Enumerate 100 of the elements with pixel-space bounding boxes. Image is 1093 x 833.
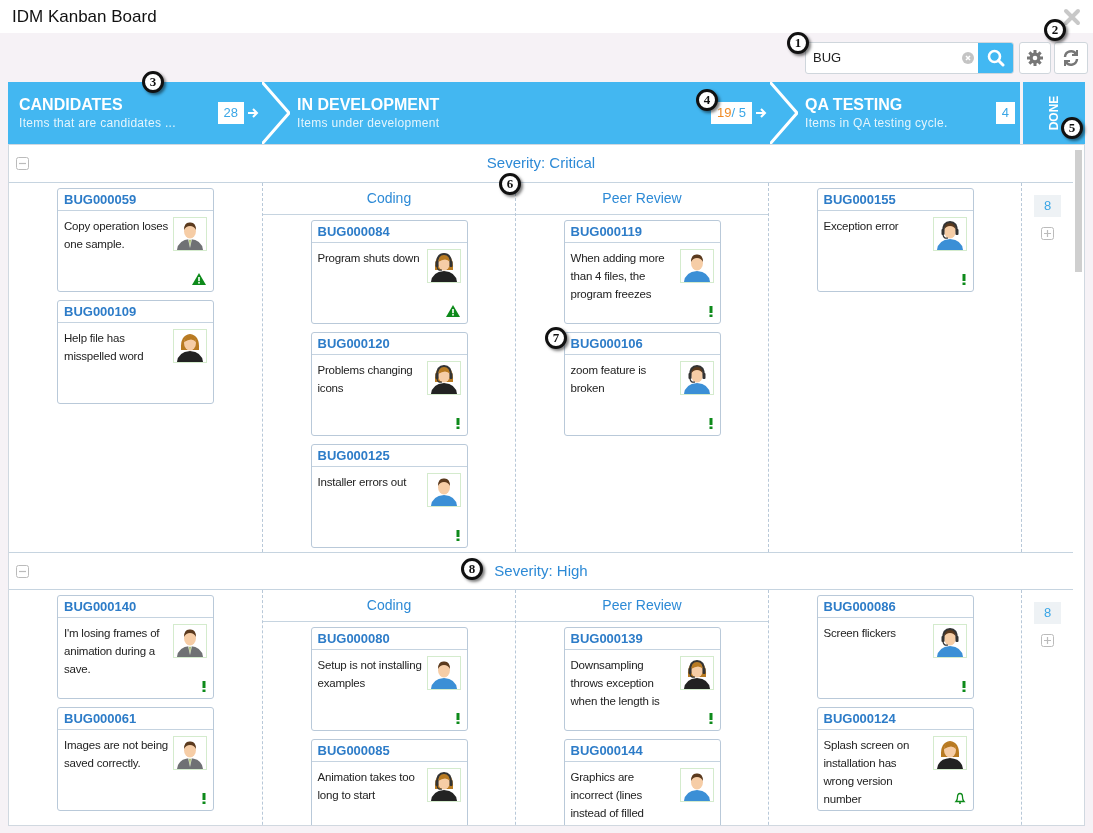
search-button[interactable] bbox=[978, 42, 1013, 73]
card-title: Screen flickers bbox=[823, 626, 897, 641]
clear-icon[interactable] bbox=[962, 51, 974, 64]
warning-icon bbox=[192, 273, 206, 285]
card-title: Animation takes too long to start bbox=[317, 770, 416, 803]
stage-header[interactable]: QA TESTING Items in QA testing cycle. 4 bbox=[798, 82, 1020, 144]
exclamation-icon bbox=[961, 274, 966, 285]
card-title: Images are not being saved correctly. bbox=[64, 738, 170, 771]
card-id[interactable]: BUG000120 bbox=[317, 333, 390, 354]
gear-icon bbox=[1026, 48, 1044, 67]
card-id[interactable]: BUG000086 bbox=[823, 596, 896, 617]
exclamation-icon bbox=[961, 681, 966, 692]
task-card[interactable]: BUG000155 Exception error bbox=[816, 188, 974, 292]
card-id[interactable]: BUG000106 bbox=[570, 333, 643, 354]
task-card[interactable]: BUG000086 Screen flickers bbox=[816, 595, 974, 699]
task-card[interactable]: BUG000124 Splash screen on installation has wrong version number bbox=[816, 707, 974, 811]
card-title: Splash screen on installation has wrong version number bbox=[823, 738, 911, 807]
avatar-icon bbox=[932, 736, 967, 770]
card-id[interactable]: BUG000119 bbox=[570, 221, 643, 242]
task-card[interactable]: BUG000106 zoom feature is broken bbox=[563, 332, 721, 436]
card-id[interactable]: BUG000125 bbox=[317, 445, 390, 466]
task-card[interactable]: BUG000120 Problems changing icons bbox=[310, 332, 468, 436]
card-id[interactable]: BUG000061 bbox=[64, 708, 137, 729]
card-id[interactable]: BUG000085 bbox=[317, 740, 390, 761]
refresh-icon bbox=[1062, 48, 1080, 67]
exclamation-icon bbox=[202, 681, 206, 692]
lane-title: Severity: High bbox=[494, 560, 588, 581]
search-field[interactable]: BUG bbox=[805, 41, 1014, 74]
avatar-icon bbox=[426, 656, 461, 690]
avatar-icon bbox=[173, 217, 207, 251]
search-icon bbox=[986, 48, 1005, 67]
card-title: Exception error bbox=[823, 219, 900, 234]
card-id[interactable]: BUG000139 bbox=[570, 628, 643, 649]
avatar-icon bbox=[679, 656, 714, 690]
card-title: Copy operation loses one sample. bbox=[64, 219, 170, 252]
close-icon[interactable] bbox=[1063, 7, 1081, 26]
collapse-icon[interactable] bbox=[16, 157, 29, 170]
task-card[interactable]: BUG000085 Animation takes too long to start bbox=[310, 739, 468, 825]
task-card[interactable]: BUG000109 Help file has misspelled word bbox=[57, 300, 214, 404]
exclamation-icon bbox=[708, 306, 713, 317]
avatar-icon bbox=[426, 473, 461, 507]
task-card[interactable]: BUG000061 Images are not being saved correctly. bbox=[57, 707, 214, 811]
count-badge: 19/ 5 bbox=[711, 102, 752, 124]
card-id[interactable]: BUG000059 bbox=[64, 189, 137, 210]
task-card[interactable]: BUG000119 When adding more than 4 files, the program freezes bbox=[563, 220, 721, 324]
card-title: Program shuts down bbox=[317, 251, 421, 266]
stage-title: IN DEVELOPMENT bbox=[297, 95, 440, 115]
card-id[interactable]: BUG000144 bbox=[570, 740, 643, 761]
card-id[interactable]: BUG000109 bbox=[64, 301, 137, 322]
card-id[interactable]: BUG000155 bbox=[823, 189, 896, 210]
count-badge: 4 bbox=[995, 102, 1015, 124]
collapse-icon[interactable] bbox=[16, 565, 29, 578]
stage-subtitle: Items under development bbox=[297, 115, 440, 131]
card-id[interactable]: BUG000124 bbox=[823, 708, 896, 729]
expand-icon[interactable] bbox=[1041, 227, 1054, 240]
warning-icon bbox=[445, 305, 460, 317]
avatar-icon bbox=[426, 249, 461, 283]
avatar-icon bbox=[173, 329, 207, 363]
card-id[interactable]: BUG000080 bbox=[317, 628, 390, 649]
stage-subtitle: Items that are candidates ... bbox=[19, 115, 176, 131]
card-title: When adding more than 4 files, the program freezes bbox=[570, 251, 666, 302]
card-title: Setup is not installing examples bbox=[317, 658, 423, 691]
avatar-icon bbox=[426, 361, 461, 395]
task-card[interactable]: BUG000084 Program shuts down bbox=[310, 220, 468, 324]
lane-title: Severity: Critical bbox=[486, 153, 596, 174]
arrow-icon bbox=[247, 107, 259, 119]
stage-title: DONE bbox=[1046, 95, 1062, 131]
card-id[interactable]: BUG000084 bbox=[317, 221, 390, 242]
exclamation-icon bbox=[455, 418, 460, 429]
task-card[interactable]: BUG000059 Copy operation loses one sample. bbox=[57, 188, 214, 292]
count-badge: 28 bbox=[217, 102, 244, 124]
avatar-icon bbox=[932, 624, 967, 658]
callout-badge: 1 bbox=[787, 32, 809, 54]
task-card[interactable]: BUG000139 Downsampling throws exception when the length is bbox=[563, 627, 721, 731]
card-title: Help file has misspelled word bbox=[64, 331, 145, 364]
task-card[interactable]: BUG000140 I'm losing frames of animation during a save. bbox=[57, 595, 214, 699]
exclamation-icon bbox=[708, 713, 713, 724]
exclamation-icon bbox=[455, 530, 460, 541]
task-card[interactable]: BUG000144 Graphics are incorrect (lines instead of filled bbox=[563, 739, 721, 825]
stage-subtitle: Items in QA testing cycle. bbox=[805, 115, 948, 131]
search-input[interactable]: BUG bbox=[806, 47, 962, 68]
avatar-icon bbox=[932, 217, 967, 251]
scrollbar-thumb[interactable] bbox=[1075, 150, 1082, 272]
refresh-button[interactable] bbox=[1054, 41, 1088, 74]
arrow-icon bbox=[755, 107, 767, 119]
bell-icon bbox=[953, 792, 966, 804]
callout-badge: 3 bbox=[142, 71, 164, 93]
column-heading: Peer Review bbox=[602, 596, 682, 615]
card-title: Graphics are incorrect (lines instead of filled bbox=[570, 770, 645, 821]
task-card[interactable]: BUG000080 Setup is not installing examples bbox=[310, 627, 468, 731]
avatar-icon bbox=[679, 249, 714, 283]
settings-button[interactable] bbox=[1019, 41, 1051, 74]
expand-icon[interactable] bbox=[1041, 634, 1054, 647]
card-id[interactable]: BUG000140 bbox=[64, 596, 137, 617]
exclamation-icon bbox=[202, 793, 206, 804]
avatar-icon bbox=[173, 736, 207, 770]
window-title: IDM Kanban Board bbox=[12, 5, 157, 28]
card-title: Installer errors out bbox=[317, 475, 408, 490]
stage-title: QA TESTING bbox=[805, 95, 903, 115]
task-card[interactable]: BUG000125 Installer errors out bbox=[310, 444, 468, 548]
